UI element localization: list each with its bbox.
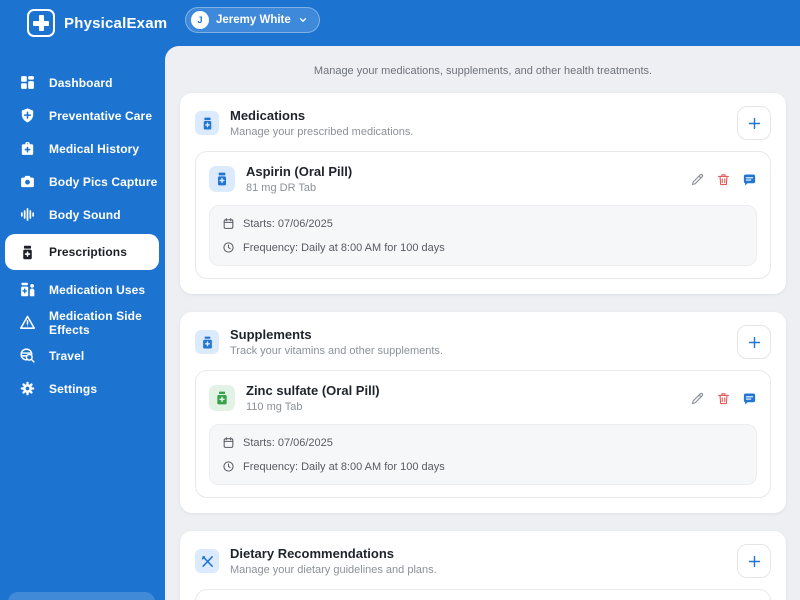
- supplement-item: Zinc sulfate (Oral Pill) 110 mg Tab Star…: [195, 370, 771, 498]
- sidebar-nav: Dashboard Preventative Care Medical Hist…: [0, 46, 165, 600]
- sidebar-item-settings[interactable]: Settings: [5, 372, 159, 405]
- sidebar-item-label: Body Sound: [49, 207, 121, 222]
- pill-bottle-icon: [195, 111, 219, 135]
- pill-bottle-icon: [209, 166, 235, 192]
- pill-bottle-icon: [18, 243, 36, 261]
- delete-button[interactable]: [716, 391, 731, 406]
- sidebar-item-medical-history[interactable]: Medical History: [5, 132, 159, 165]
- user-name: Jeremy White: [216, 14, 291, 26]
- chevron-down-icon: [298, 15, 308, 25]
- crossed-utensils-icon: [195, 549, 219, 573]
- dietary-recommendations-card: Dietary Recommendations Manage your diet…: [180, 531, 786, 600]
- sidebar-item-label: Travel: [49, 348, 85, 363]
- item-name: Aspirin (Oral Pill): [246, 164, 353, 179]
- trash-icon: [717, 392, 730, 404]
- sidebar-item-label: Medication Uses: [49, 282, 146, 297]
- sidebar-item-travel[interactable]: Travel: [5, 339, 159, 372]
- sidebar-item-medication-uses[interactable]: Medication Uses: [5, 273, 159, 306]
- section-subtitle: Track your vitamins and other supplement…: [230, 345, 443, 357]
- medication-item: Aspirin (Oral Pill) 81 mg DR Tab Starts:…: [195, 151, 771, 279]
- clock-icon: [223, 242, 234, 253]
- sidebar-item-medication-side-effects[interactable]: Medication Side Effects: [5, 306, 159, 339]
- sidebar-item-label: Prescriptions: [49, 245, 127, 259]
- clock-icon: [223, 461, 234, 472]
- sidebar-item-prescriptions[interactable]: Prescriptions: [5, 234, 159, 270]
- section-subtitle: Manage your dietary guidelines and plans…: [230, 564, 437, 576]
- sidebar-item-dashboard[interactable]: Dashboard: [5, 66, 159, 99]
- sidebar-item-label: Settings: [49, 381, 98, 396]
- gear-icon: [18, 380, 36, 398]
- comment-icon: [743, 393, 756, 404]
- section-title: Dietary Recommendations: [230, 546, 394, 561]
- camera-icon: [18, 173, 36, 191]
- supplement-jar-icon: [195, 330, 219, 354]
- app-logo-icon: [27, 9, 55, 37]
- plus-icon: [748, 336, 760, 348]
- plus-icon: [748, 555, 760, 567]
- warning-triangle-icon: [18, 314, 36, 332]
- edit-button[interactable]: [690, 172, 705, 187]
- add-supplement-button[interactable]: [737, 325, 771, 359]
- comment-icon: [743, 174, 756, 185]
- section-title: Medications: [230, 108, 306, 123]
- app-name: PhysicalExam: [64, 14, 168, 32]
- calendar-icon: [223, 437, 234, 448]
- shield-plus-icon: [18, 107, 36, 125]
- waveform-icon: [18, 206, 36, 224]
- starts-text: Starts: 07/06/2025: [243, 217, 333, 230]
- plus-icon: [748, 117, 760, 129]
- sidebar-item-body-sound[interactable]: Body Sound: [5, 198, 159, 231]
- top-header: PhysicalExam J Jeremy White: [0, 0, 800, 46]
- comment-button[interactable]: [742, 172, 757, 187]
- dashboard-icon: [18, 74, 36, 92]
- page-intro-text: Manage your medications, supplements, an…: [313, 65, 653, 77]
- medication-person-icon: [18, 281, 36, 299]
- user-menu-button[interactable]: J Jeremy White: [185, 7, 320, 33]
- section-subtitle: Manage your prescribed medications.: [230, 126, 414, 138]
- medical-bag-icon: [18, 140, 36, 158]
- globe-search-icon: [18, 347, 36, 365]
- user-avatar: J: [191, 11, 209, 29]
- trash-icon: [717, 173, 730, 185]
- pencil-icon: [691, 392, 704, 404]
- item-schedule-box: Starts: 07/06/2025 Frequency: Daily at 8…: [209, 205, 757, 266]
- sidebar-item-label: Dashboard: [49, 75, 113, 90]
- starts-text: Starts: 07/06/2025: [243, 436, 333, 449]
- sidebar-bottom-button[interactable]: [8, 592, 155, 600]
- medications-card: Medications Manage your prescribed medic…: [180, 93, 786, 294]
- frequency-text: Frequency: Daily at 8:00 AM for 100 days: [243, 241, 445, 254]
- item-detail: 110 mg Tab: [246, 401, 303, 413]
- comment-button[interactable]: [742, 391, 757, 406]
- supplement-jar-icon: [209, 385, 235, 411]
- section-title: Supplements: [230, 327, 312, 342]
- main-content: Manage your medications, supplements, an…: [165, 46, 800, 600]
- pencil-icon: [691, 173, 704, 185]
- add-medication-button[interactable]: [737, 106, 771, 140]
- supplements-card: Supplements Track your vitamins and othe…: [180, 312, 786, 513]
- sidebar-item-label: Body Pics Capture: [49, 174, 158, 189]
- sidebar-item-label: Preventative Care: [49, 108, 153, 123]
- sidebar-item-label: Medication Side Effects: [49, 308, 142, 337]
- dietary-item: Meatballs and spaghetti Lunch: [195, 589, 771, 600]
- item-detail: 81 mg DR Tab: [246, 182, 317, 194]
- sidebar-item-label: Medical History: [49, 141, 140, 156]
- delete-button[interactable]: [716, 172, 731, 187]
- sidebar-item-body-pics-capture[interactable]: Body Pics Capture: [5, 165, 159, 198]
- add-dietary-button[interactable]: [737, 544, 771, 578]
- item-name: Zinc sulfate (Oral Pill): [246, 383, 380, 398]
- frequency-text: Frequency: Daily at 8:00 AM for 100 days: [243, 460, 445, 473]
- calendar-icon: [223, 218, 234, 229]
- item-schedule-box: Starts: 07/06/2025 Frequency: Daily at 8…: [209, 424, 757, 485]
- sidebar-item-preventative-care[interactable]: Preventative Care: [5, 99, 159, 132]
- edit-button[interactable]: [690, 391, 705, 406]
